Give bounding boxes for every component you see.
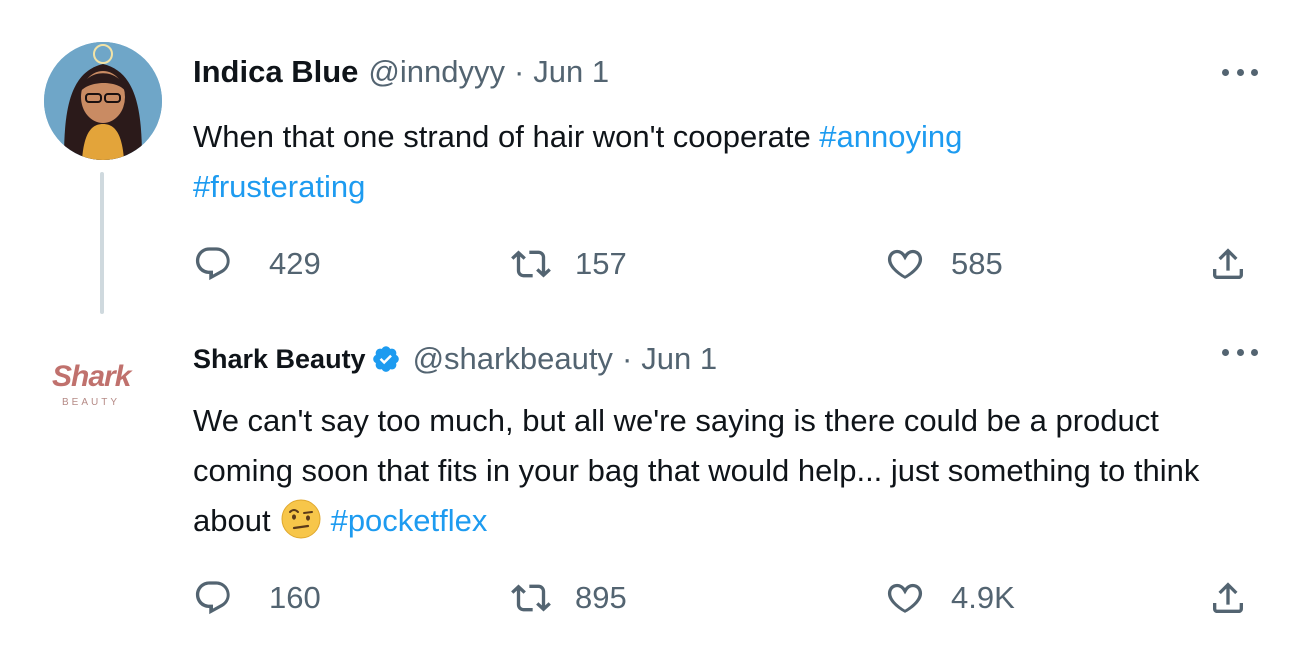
tweet-indica-blue[interactable]: Indica Blue @inndyyy · Jun 1 When that o…: [0, 0, 1310, 330]
reply-icon: [195, 247, 230, 281]
tweet-actions: 429 157 585: [193, 242, 1258, 286]
tweet-header: Indica Blue @inndyyy · Jun 1: [193, 52, 609, 92]
like-button[interactable]: 4.9K: [885, 576, 1015, 620]
like-count: 4.9K: [951, 580, 1015, 615]
timestamp[interactable]: Jun 1: [641, 341, 717, 377]
retweet-button[interactable]: 157: [511, 242, 627, 286]
share-icon: [1213, 248, 1243, 279]
like-count: 585: [951, 246, 1003, 281]
display-name[interactable]: Indica Blue: [193, 54, 358, 90]
tweet-header: Shark Beauty @sharkbeauty · Jun 1: [193, 336, 717, 382]
raised-eyebrow-emoji-icon: [281, 499, 321, 539]
retweet-icon: [511, 584, 551, 612]
handle[interactable]: @sharkbeauty: [413, 341, 613, 377]
reply-count: 429: [269, 246, 321, 281]
avatar[interactable]: Shark BEAUTY: [40, 356, 166, 442]
handle[interactable]: @inndyyy: [368, 54, 505, 90]
reply-button[interactable]: 160: [193, 576, 321, 620]
hashtag-pocketflex[interactable]: #pocketflex: [331, 503, 488, 538]
more-icon[interactable]: [1222, 342, 1258, 362]
tweet-actions: 160 895 4.9K: [193, 576, 1258, 620]
like-button[interactable]: 585: [885, 242, 1003, 286]
like-icon: [887, 249, 923, 279]
shark-logo-text: Shark: [52, 360, 131, 393]
hashtag-frusterating[interactable]: #frusterating: [193, 169, 365, 204]
separator: ·: [621, 341, 633, 376]
share-icon: [1213, 582, 1243, 613]
tweet-text: We can't say too much, but all we're say…: [193, 396, 1263, 546]
display-name[interactable]: Shark Beauty: [193, 344, 366, 375]
shark-logo-subtext: BEAUTY: [62, 397, 121, 408]
tweet-text-plain: When that one strand of hair won't coope…: [193, 119, 820, 154]
more-icon[interactable]: [1222, 62, 1258, 82]
avatar-illustration: [44, 42, 162, 160]
avatar[interactable]: [44, 42, 162, 160]
like-icon: [887, 583, 923, 613]
retweet-button[interactable]: 895: [511, 576, 627, 620]
share-button[interactable]: [1208, 242, 1248, 286]
share-button[interactable]: [1208, 576, 1248, 620]
tweet-shark-beauty[interactable]: Shark BEAUTY Shark Beauty @sharkbeauty ·…: [0, 330, 1310, 647]
timestamp[interactable]: Jun 1: [533, 54, 609, 90]
retweet-count: 895: [575, 580, 627, 615]
separator: ·: [513, 54, 525, 89]
tweet-text: When that one strand of hair won't coope…: [193, 112, 1263, 212]
verified-badge-icon: [372, 346, 399, 372]
retweet-count: 157: [575, 246, 627, 281]
thread-line: [100, 172, 104, 314]
reply-icon: [195, 581, 230, 615]
reply-button[interactable]: 429: [193, 242, 321, 286]
hashtag-annoying[interactable]: #annoying: [819, 119, 962, 154]
reply-count: 160: [269, 580, 321, 615]
retweet-icon: [511, 250, 551, 278]
